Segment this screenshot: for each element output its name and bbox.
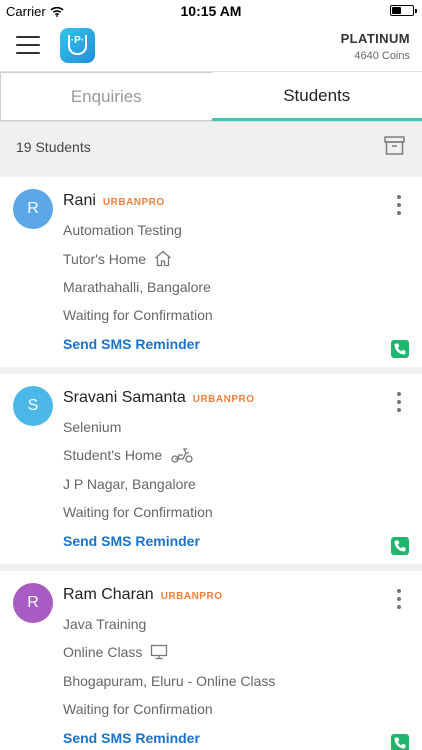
tab-enquiries[interactable]: Enquiries xyxy=(0,72,212,121)
student-name: Ram Charan xyxy=(63,586,154,603)
student-card[interactable]: S Sravani Samanta URBANPRO Selenium Stud… xyxy=(0,374,422,564)
name-row: Ram Charan URBANPRO xyxy=(63,586,222,604)
clock: 10:15 AM xyxy=(180,3,242,19)
avatar: R xyxy=(13,583,53,623)
send-sms-reminder-link[interactable]: Send SMS Reminder xyxy=(63,730,200,746)
plan-coins: 4640 Coins xyxy=(354,50,410,62)
tab-bar: Enquiries Students xyxy=(0,72,422,122)
send-sms-reminder-link[interactable]: Send SMS Reminder xyxy=(63,533,200,549)
location: Bhogapuram, Eluru - Online Class xyxy=(63,673,276,689)
student-name: Rani xyxy=(63,192,96,209)
avatar: S xyxy=(13,386,53,426)
student-card[interactable]: R Ram Charan URBANPRO Java Training Onli… xyxy=(0,571,422,750)
class-mode: Student's Home xyxy=(63,447,194,463)
student-card[interactable]: R Rani URBANPRO Automation Testing Tutor… xyxy=(0,177,422,367)
course-name: Selenium xyxy=(63,419,122,435)
plan-info[interactable]: PLATINUM 4640 Coins xyxy=(341,31,410,62)
app-logo: ·P· xyxy=(60,28,95,63)
more-options-icon[interactable] xyxy=(396,195,402,215)
monitor-icon xyxy=(151,644,168,660)
hamburger-menu-icon[interactable] xyxy=(16,36,40,56)
home-icon xyxy=(155,250,172,267)
phone-icon[interactable] xyxy=(391,340,409,358)
status: Waiting for Confirmation xyxy=(63,701,213,717)
more-options-icon[interactable] xyxy=(396,589,402,609)
name-row: Sravani Samanta URBANPRO xyxy=(63,389,255,407)
location: J P Nagar, Bangalore xyxy=(63,476,196,492)
class-mode: Online Class xyxy=(63,644,168,660)
source-badge: URBANPRO xyxy=(192,394,255,405)
status: Waiting for Confirmation xyxy=(63,504,213,520)
status-bar: Carrier 10:15 AM xyxy=(0,0,422,22)
student-count-bar: 19 Students xyxy=(0,122,422,176)
source-badge: URBANPRO xyxy=(160,591,223,602)
student-count: 19 Students xyxy=(16,139,91,155)
scooter-icon xyxy=(171,448,193,463)
avatar: R xyxy=(13,189,53,229)
student-name: Sravani Samanta xyxy=(63,389,186,406)
app-header: ·P· PLATINUM 4640 Coins xyxy=(0,22,422,72)
phone-icon[interactable] xyxy=(391,734,409,750)
more-options-icon[interactable] xyxy=(396,392,402,412)
class-mode: Tutor's Home xyxy=(63,250,172,267)
plan-title: PLATINUM xyxy=(340,31,410,46)
battery-icon xyxy=(390,5,417,16)
course-name: Automation Testing xyxy=(63,222,182,238)
location: Marathahalli, Bangalore xyxy=(63,279,211,295)
tab-students[interactable]: Students xyxy=(211,72,422,121)
course-name: Java Training xyxy=(63,616,147,632)
name-row: Rani URBANPRO xyxy=(63,192,165,210)
archive-icon[interactable] xyxy=(384,136,405,155)
status: Waiting for Confirmation xyxy=(63,307,213,323)
source-badge: URBANPRO xyxy=(102,197,165,208)
phone-icon[interactable] xyxy=(391,537,409,555)
send-sms-reminder-link[interactable]: Send SMS Reminder xyxy=(63,336,200,352)
